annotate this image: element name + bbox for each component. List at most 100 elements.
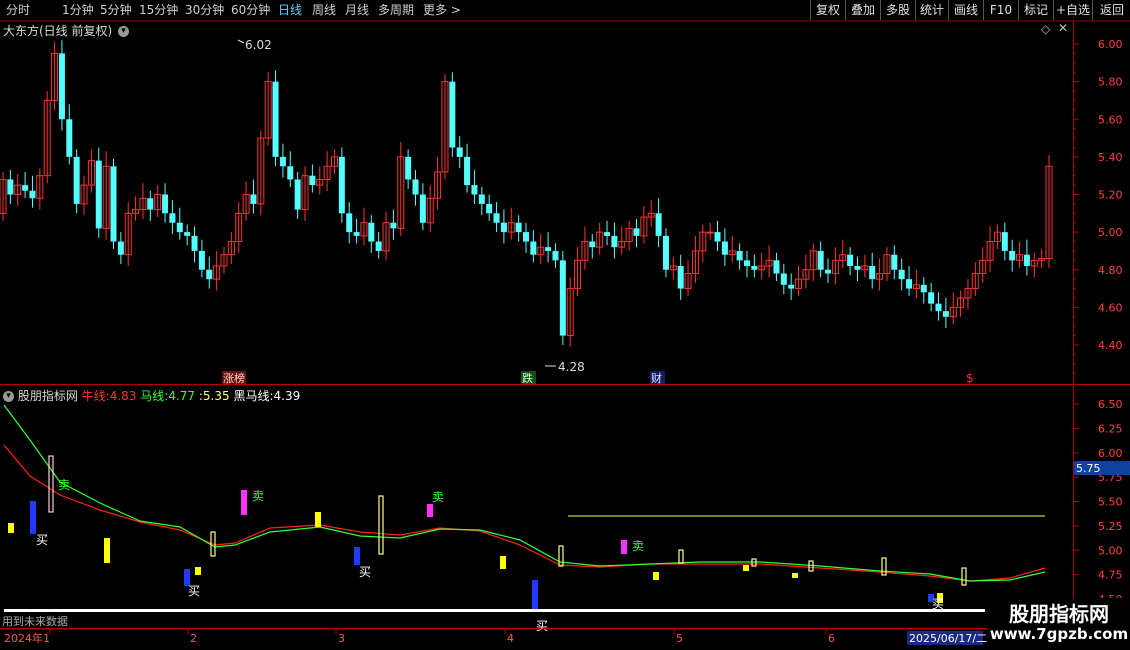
candle-body-down — [1009, 250, 1016, 261]
ind-y-tick-label: 6.50 — [1098, 398, 1123, 411]
candle-body-down — [545, 247, 552, 251]
horse-line — [3, 404, 1046, 582]
candle-body-down — [751, 265, 758, 270]
signal-bar — [792, 573, 798, 578]
candle-body-down — [58, 53, 65, 120]
x-label-2: 3 — [338, 632, 345, 645]
main-y-tick-label: 5.80 — [1098, 76, 1123, 89]
candle-body-down — [662, 235, 669, 270]
future-data-note: 用到未来数据 — [2, 614, 68, 628]
sell-signal-label: 卖 — [632, 539, 644, 553]
candle-body-down — [736, 250, 743, 261]
candle-body-down — [169, 213, 176, 223]
candle-body-down — [22, 185, 29, 191]
candle-body-down — [486, 203, 493, 214]
sell-signal-label: 卖 — [432, 490, 444, 504]
candle-body-down — [743, 260, 750, 266]
candle-body-down — [493, 213, 500, 223]
main-y-tick-label: 4.80 — [1098, 264, 1123, 277]
candlesticks — [0, 40, 1053, 347]
buy-signal-label: 买 — [36, 533, 48, 547]
x-label-4: 5 — [676, 632, 683, 645]
candle-body-down — [206, 269, 213, 280]
ind-y-tick-label: 4.75 — [1098, 569, 1123, 582]
candle-body-down — [559, 260, 566, 336]
candle-body-down — [589, 241, 596, 248]
buy-signal-label: 买 — [188, 584, 200, 598]
candle-body-down — [942, 311, 949, 317]
candle-body-down — [184, 232, 191, 236]
candle-body-down — [478, 194, 485, 204]
signal-bar — [653, 572, 659, 580]
ind-y-tick-label: 5.50 — [1098, 496, 1123, 509]
candle-body-down — [309, 175, 316, 186]
candle-body-down — [368, 222, 375, 242]
candle-body-down — [353, 232, 360, 236]
candle-body-down — [73, 156, 80, 204]
candle-body-down — [935, 303, 942, 312]
candle-body-down — [655, 213, 662, 236]
candle-body-up — [706, 231, 714, 234]
signal-bar — [241, 490, 247, 515]
x-label-0: 2024年1 — [4, 631, 50, 645]
signal-bar — [621, 540, 627, 554]
x-label-5: 6 — [828, 632, 835, 645]
candle-body-down — [456, 147, 463, 157]
candle-body-down — [375, 241, 382, 251]
main-y-tick-label: 5.60 — [1098, 113, 1123, 126]
signal-bar — [315, 512, 321, 527]
candle-body-down — [1023, 254, 1030, 266]
candle-body-down — [272, 81, 279, 157]
candle-body-down — [906, 279, 913, 289]
candle-body-down — [390, 222, 397, 229]
candle-body-down — [29, 190, 36, 199]
buy-signal-label: 买 — [359, 565, 371, 579]
candle-body-down — [773, 260, 780, 274]
candle-body-down — [147, 198, 154, 210]
sell-signal-label: 卖 — [252, 489, 264, 503]
candle-body-down — [721, 241, 728, 255]
candle-body-down — [464, 156, 471, 186]
main-y-tick-label: 4.40 — [1098, 339, 1123, 352]
indicator-y-axis: 6.506.256.005.755.505.255.004.754.50 — [1098, 398, 1123, 606]
candle-body-down — [7, 179, 14, 195]
candle-body-down — [287, 166, 294, 180]
candle-body-down — [198, 250, 205, 270]
candle-body-down — [500, 222, 507, 233]
candle-body-down — [825, 269, 832, 274]
candle-body-down — [117, 241, 124, 255]
main-y-tick-label: 5.40 — [1098, 151, 1123, 164]
candle-body-down — [515, 222, 522, 233]
signal-bar — [104, 538, 110, 563]
candle-body-down — [604, 232, 611, 236]
main-y-tick-label: 5.20 — [1098, 189, 1123, 202]
candle-body-down — [405, 156, 412, 180]
candle-body-down — [854, 265, 861, 270]
sell-signal-label: 卖 — [58, 478, 70, 492]
candle-body-down — [346, 213, 353, 233]
signal-bar — [354, 547, 360, 565]
ind-y-tick-label: 6.00 — [1098, 447, 1123, 460]
ind-y-tick-label: 5.25 — [1098, 520, 1123, 533]
marker-finance: 财 — [651, 371, 662, 385]
candle-body-down — [338, 156, 345, 214]
candle-body-down — [898, 269, 905, 280]
candle-body-down — [552, 250, 559, 261]
candle-body-down — [471, 185, 478, 195]
signal-bar — [8, 523, 14, 533]
candle-body-down — [817, 250, 824, 270]
candle-body-down — [419, 194, 426, 223]
low-price-label: 4.28 — [558, 360, 585, 374]
candle-body-down — [928, 292, 935, 304]
marker-drop: 跌 — [522, 371, 533, 385]
high-marker: 6.02 — [237, 38, 272, 52]
candle-body-down — [279, 156, 286, 167]
signal-bar — [743, 565, 749, 571]
candle-body-down — [1001, 232, 1008, 251]
signal-bar — [378, 495, 384, 555]
candle-body-down — [847, 254, 854, 266]
candle-body-down — [110, 166, 117, 242]
signal-bar — [961, 567, 967, 586]
high-price-label: 6.02 — [245, 38, 272, 52]
candle-body-down — [530, 241, 537, 255]
